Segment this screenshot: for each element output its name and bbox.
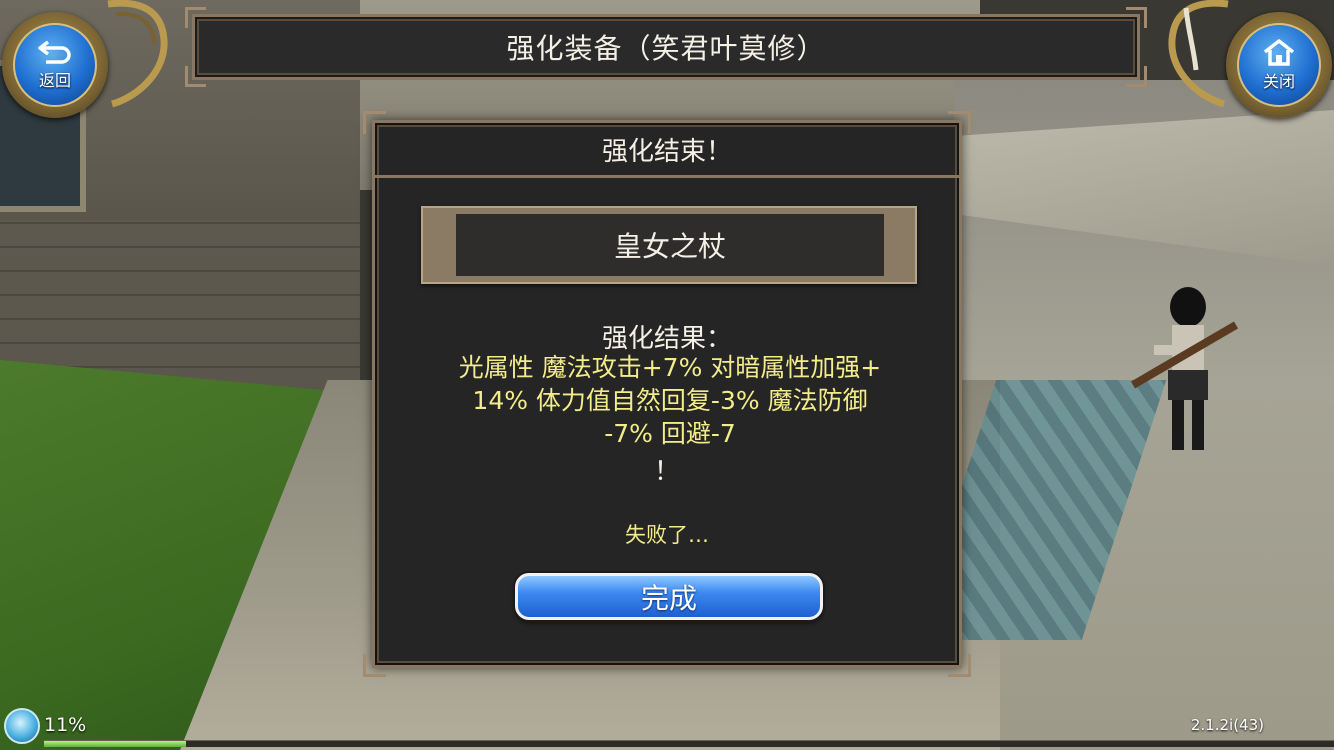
frame-corner-ornament bbox=[948, 654, 971, 677]
back-button[interactable]: 返回 bbox=[2, 12, 108, 118]
close-button[interactable]: 关闭 bbox=[1226, 12, 1332, 118]
back-arrow-icon bbox=[38, 40, 71, 64]
frame-corner-ornament bbox=[1126, 7, 1147, 28]
progress-bar bbox=[44, 740, 1334, 747]
outcome-text: 失败了… bbox=[625, 523, 709, 547]
result-suffix: ！ bbox=[653, 457, 680, 487]
result-label: 强化结果： bbox=[601, 324, 732, 354]
back-button-label: 返回 bbox=[38, 71, 71, 90]
frame-corner-ornament bbox=[1126, 66, 1147, 87]
enhance-result-dialog: 强化结束！ 皇女之杖 强化结果： 光属性 魔法攻击+7% 对暗属性加强+ 14%… bbox=[363, 111, 971, 677]
frame-corner-ornament bbox=[185, 66, 206, 87]
gold-horn-ornament-left bbox=[107, 0, 168, 108]
result-effects-line: 光属性 魔法攻击+7% 对暗属性加强+ bbox=[458, 353, 882, 382]
back-button-face[interactable]: 返回 bbox=[13, 23, 97, 107]
progress-bar-fill bbox=[44, 741, 186, 747]
done-button[interactable]: 完成 bbox=[515, 573, 823, 620]
gold-horn-ornament-right bbox=[1168, 0, 1229, 108]
page-title: 强化装备（笑君叶莫修） bbox=[506, 32, 826, 65]
close-button-label: 关闭 bbox=[1262, 72, 1295, 91]
title-bar: 强化装备（笑君叶莫修） bbox=[185, 7, 1147, 87]
dialog-title: 强化结束！ bbox=[601, 136, 732, 167]
result-effects-line: -7% 回避-7 bbox=[604, 419, 736, 448]
result-effects-line: 14% 体力值自然回复-3% 魔法防御 bbox=[472, 386, 868, 415]
home-icon bbox=[1263, 39, 1295, 66]
frame-corner-ornament bbox=[185, 7, 206, 28]
dialog-header: 强化结束！ bbox=[375, 123, 959, 178]
result-effects: 光属性 魔法攻击+7% 对暗属性加强+ 14% 体力值自然回复-3% 魔法防御 … bbox=[405, 351, 935, 450]
spirit-orb-icon[interactable] bbox=[4, 708, 40, 744]
version-label: 2.1.2i(43) bbox=[1190, 716, 1264, 734]
item-name-panel: 皇女之杖 bbox=[456, 214, 884, 276]
frame-corner-ornament bbox=[363, 654, 386, 677]
close-button-face[interactable]: 关闭 bbox=[1237, 23, 1321, 107]
player-character bbox=[1130, 287, 1238, 450]
done-button-label: 完成 bbox=[640, 581, 697, 615]
item-name-frame: 皇女之杖 bbox=[421, 206, 917, 284]
progress-percent: 11% bbox=[44, 714, 87, 736]
item-name: 皇女之杖 bbox=[613, 230, 726, 263]
